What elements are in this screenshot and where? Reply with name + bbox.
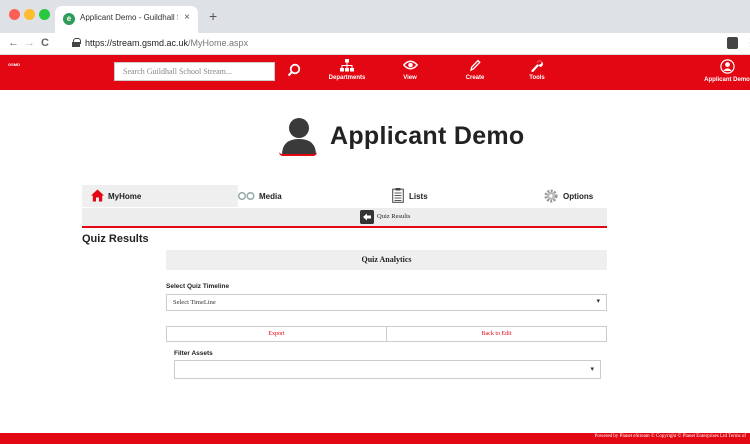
site-favicon-icon: e	[63, 13, 75, 25]
list-icon	[392, 188, 404, 203]
profile-underline	[279, 152, 317, 156]
nav-departments[interactable]: Departments	[317, 59, 377, 81]
tab-label: MyHome	[108, 192, 142, 201]
sub-tab-label: Quiz Results	[377, 213, 411, 220]
tab-label: Media	[259, 192, 282, 201]
action-buttons: Export Back to Edit	[166, 326, 607, 342]
filter-label: Filter Assets	[174, 350, 213, 357]
eye-icon	[402, 60, 418, 70]
nav-label: Create	[465, 75, 485, 81]
timeline-select-value: Select TimeLine	[173, 299, 216, 306]
forward-arrow-icon[interactable]: →	[24, 37, 35, 49]
minimize-window-button[interactable]	[24, 9, 35, 20]
timeline-select[interactable]: Select TimeLine ▾	[166, 294, 607, 311]
site-header: GSMD Search Guildhall School Stream... D…	[0, 55, 750, 90]
nav-view[interactable]: View	[380, 59, 440, 81]
quiz-icon	[360, 210, 374, 224]
new-tab-button[interactable]: +	[209, 8, 217, 24]
user-menu[interactable]: Applicant Demo	[699, 59, 750, 83]
panel-title: Quiz Analytics	[166, 250, 607, 270]
house-icon	[91, 189, 104, 202]
browser-tab[interactable]: e Applicant Demo - Guildhall Sc ×	[55, 6, 198, 33]
url-field[interactable]: https://stream.gsmd.ac.uk/MyHome.aspx	[85, 38, 248, 48]
nav-label: Tools	[529, 75, 545, 81]
reload-icon[interactable]: C	[41, 37, 49, 49]
pencil-icon	[470, 59, 481, 72]
page-title: Quiz Results	[82, 233, 149, 245]
back-arrow-icon[interactable]: ←	[8, 37, 19, 49]
nav-label: View	[403, 75, 417, 81]
tab-media[interactable]: Media	[238, 185, 368, 207]
tab-label: Lists	[409, 192, 428, 201]
extension-icon[interactable]	[727, 37, 738, 49]
tab-close-icon[interactable]: ×	[184, 12, 190, 23]
tab-lists[interactable]: Lists	[368, 185, 498, 207]
tab-myhome[interactable]: MyHome	[82, 185, 238, 207]
profile-name: Applicant Demo	[330, 122, 525, 150]
nav-tools[interactable]: Tools	[507, 59, 567, 81]
filter-assets-select[interactable]: ▾	[174, 360, 601, 379]
section-tabs: MyHome Media Lists Options	[82, 185, 607, 207]
cog-icon	[544, 189, 558, 203]
nav-label: Departments	[328, 75, 366, 81]
school-logo[interactable]: GSMD	[8, 62, 24, 82]
user-avatar-icon	[719, 59, 735, 74]
site-footer: Powered by Planet eStream © Copyright © …	[0, 433, 750, 444]
sub-tab-bar: Quiz Results	[82, 208, 607, 226]
search-icon[interactable]	[287, 63, 301, 77]
user-label: Applicant Demo	[704, 77, 750, 83]
lock-icon[interactable]	[72, 38, 81, 47]
nav-create[interactable]: Create	[445, 59, 505, 81]
dropdown-caret-icon: ▾	[590, 365, 594, 373]
url-path: /MyHome.aspx	[188, 38, 249, 48]
url-host: https://stream.gsmd.ac.uk	[85, 38, 189, 48]
search-input[interactable]: Search Guildhall School Stream...	[114, 62, 275, 81]
export-button[interactable]: Export	[167, 327, 387, 341]
school-logo-text: GSMD	[8, 62, 20, 67]
sitemap-icon	[340, 59, 354, 72]
media-icon	[238, 192, 255, 200]
browser-menu-icon[interactable]: ⋮	[745, 36, 750, 49]
tab-options[interactable]: Options	[498, 185, 607, 207]
back-to-edit-button[interactable]: Back to Edit	[387, 327, 606, 341]
timeline-label: Select Quiz Timeline	[166, 283, 230, 290]
browser-tab-title: Applicant Demo - Guildhall Sc	[80, 13, 178, 22]
footer-text: Powered by Planet eStream © Copyright © …	[594, 434, 746, 439]
tab-divider	[82, 226, 607, 228]
close-window-button[interactable]	[9, 9, 20, 20]
tab-label: Options	[563, 192, 594, 201]
wrench-icon	[531, 60, 543, 72]
address-bar: ← → C https://stream.gsmd.ac.uk/MyHome.a…	[0, 33, 750, 55]
browser-tab-bar: e Applicant Demo - Guildhall Sc × +	[0, 0, 750, 33]
dropdown-caret-icon: ▾	[596, 297, 600, 305]
maximize-window-button[interactable]	[39, 9, 50, 20]
